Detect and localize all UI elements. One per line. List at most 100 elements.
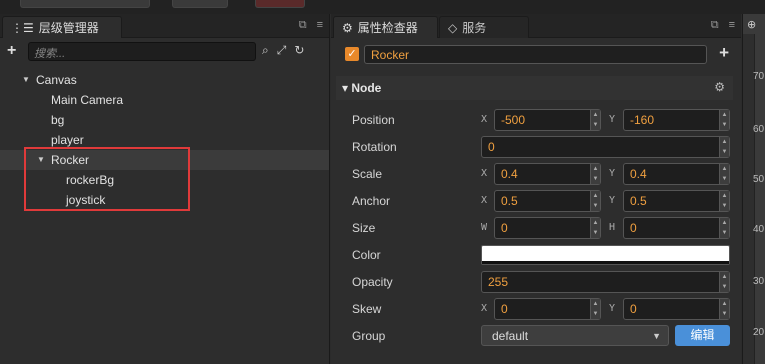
search-icon[interactable]: ⌕ (262, 43, 269, 58)
hierarchy-tabbar: ⋮☰ 层级管理器 ⧉ ≡ (0, 14, 329, 38)
spinner-icon[interactable]: ▲ ▼ (590, 110, 600, 130)
axis-x-label: X (481, 114, 488, 125)
menu-icon[interactable]: ≡ (317, 19, 323, 32)
spinner-icon[interactable]: ▲ ▼ (719, 110, 729, 130)
search-input[interactable]: 搜索... (28, 42, 256, 61)
spinner-icon[interactable]: ▲ ▼ (590, 191, 600, 211)
ruler-tick: 50 (753, 174, 765, 185)
ruler-tick: 40 (753, 224, 765, 235)
axis-h-label: H (609, 222, 616, 233)
expand-arrow-icon[interactable]: ▼ (22, 70, 30, 90)
prop-label: Anchor (352, 194, 391, 208)
tree-node-label: player (51, 133, 84, 147)
spinner-icon[interactable]: ▲ ▼ (590, 218, 600, 238)
axis-w-label: W (481, 222, 488, 233)
prop-position: Position X -500 ▲ ▼ Y -160 ▲ ▼ (331, 109, 741, 131)
plus-icon[interactable]: + (7, 42, 16, 60)
node-name-input[interactable]: Rocker (364, 45, 707, 64)
hierarchy-search-row: + 搜索... ⌕ ⤢ ↻ (0, 38, 329, 66)
node-name-bar: ✓ Rocker + (331, 38, 741, 70)
spinner-icon[interactable]: ▲ ▼ (719, 164, 729, 184)
prop-label: Rotation (352, 140, 397, 154)
scale-y-field[interactable]: 0.4 ▲ ▼ (623, 163, 730, 185)
skew-x-field[interactable]: 0 ▲ ▼ (494, 298, 601, 320)
spinner-icon[interactable]: ▲ ▼ (719, 218, 729, 238)
inspector-tabbar: ⚙ 属性检查器 ◇ 服务 ⧉ ≡ (331, 14, 741, 38)
gear-icon[interactable]: ⚙ (714, 80, 725, 94)
anchor-x-field[interactable]: 0.5 ▲ ▼ (494, 190, 601, 212)
prop-scale: Scale X 0.4 ▲ ▼ Y 0.4 ▲ ▼ (331, 163, 741, 185)
axis-y-label: Y (609, 168, 616, 179)
group-select[interactable]: default ▼ (481, 325, 669, 346)
axis-y-label: Y (609, 303, 616, 314)
prop-color: Color (331, 244, 741, 266)
zoom-icon[interactable]: ⊕ (747, 18, 756, 31)
prop-group: Group default ▼ 编辑 (331, 325, 741, 347)
refresh-icon[interactable]: ↻ (294, 43, 304, 58)
active-checkbox[interactable]: ✓ (345, 47, 359, 61)
tree-node-label: Canvas (36, 73, 77, 87)
tree-node-main-camera[interactable]: Main Camera (0, 90, 329, 110)
spinner-icon[interactable]: ▲ ▼ (719, 137, 729, 157)
spinner-icon[interactable]: ▲ ▼ (719, 299, 729, 319)
popout-icon[interactable]: ⧉ (299, 19, 307, 32)
prop-label: Group (352, 329, 386, 343)
toolbar-group-left[interactable] (20, 0, 150, 8)
spinner-icon[interactable]: ▲ ▼ (590, 164, 600, 184)
scene-panel-edge: ⊕ 70 60 50 40 30 20 (742, 14, 765, 364)
scale-x-field[interactable]: 0.4 ▲ ▼ (494, 163, 601, 185)
prop-skew: Skew X 0 ▲ ▼ Y 0 ▲ ▼ (331, 298, 741, 320)
spinner-icon[interactable]: ▲ ▼ (590, 299, 600, 319)
rotation-field[interactable]: 0 ▲ ▼ (481, 136, 730, 158)
tab-hierarchy[interactable]: ⋮☰ 层级管理器 (2, 16, 122, 38)
inspector-tab-label: 属性检查器 (357, 21, 418, 35)
position-y-field[interactable]: -160 ▲ ▼ (623, 109, 730, 131)
tab-inspector[interactable]: ⚙ 属性检查器 (333, 16, 438, 38)
tree-node-canvas[interactable]: ▼ Canvas (0, 70, 329, 90)
edit-group-button[interactable]: 编辑 (675, 325, 730, 346)
vertical-ruler (743, 34, 755, 364)
ruler-tick: 30 (753, 276, 765, 287)
color-swatch[interactable] (481, 245, 730, 265)
spinner-icon[interactable]: ▲ ▼ (719, 191, 729, 211)
ruler-tick: 20 (753, 327, 765, 338)
expand-icon[interactable]: ⤢ (277, 43, 287, 58)
ruler-tick: 70 (753, 71, 765, 82)
prop-label: Size (352, 221, 376, 235)
opacity-field[interactable]: 255 ▲ ▼ (481, 271, 730, 293)
popout-icon[interactable]: ⧉ (711, 19, 719, 32)
hierarchy-icon: ⋮☰ (11, 20, 34, 35)
prop-label: Position (352, 113, 395, 127)
hierarchy-tab-label: 层级管理器 (38, 21, 99, 35)
position-x-field[interactable]: -500 ▲ ▼ (494, 109, 601, 131)
settings-icon: ⚙ (342, 20, 353, 35)
prop-label: Skew (352, 302, 382, 316)
tree-node-label: Main Camera (51, 93, 124, 107)
chevron-down-icon: ▼ (652, 331, 661, 341)
axis-x-label: X (481, 303, 488, 314)
toolbar-group-red[interactable] (255, 0, 305, 8)
axis-x-label: X (481, 168, 488, 179)
services-tab-label: 服务 (462, 21, 487, 35)
anchor-y-field[interactable]: 0.5 ▲ ▼ (623, 190, 730, 212)
highlight-box (24, 147, 190, 211)
skew-y-field[interactable]: 0 ▲ ▼ (623, 298, 730, 320)
cloud-icon: ◇ (448, 20, 458, 35)
axis-y-label: Y (609, 114, 616, 125)
add-component-icon[interactable]: + (719, 43, 729, 63)
size-w-field[interactable]: 0 ▲ ▼ (494, 217, 601, 239)
axis-y-label: Y (609, 195, 616, 206)
section-title: Node (351, 81, 382, 95)
toolbar-group-mid[interactable] (172, 0, 228, 8)
spinner-icon[interactable]: ▲ ▼ (719, 272, 729, 292)
menu-icon[interactable]: ≡ (729, 19, 735, 32)
top-toolbar-strip (0, 0, 765, 14)
tab-services[interactable]: ◇ 服务 (439, 16, 529, 38)
prop-label: Opacity (352, 275, 393, 289)
tree-node-bg[interactable]: bg (0, 110, 329, 130)
prop-size: Size W 0 ▲ ▼ H 0 ▲ ▼ (331, 217, 741, 239)
inspector-panel: ⚙ 属性检查器 ◇ 服务 ⧉ ≡ ✓ Rocker + ▾ Node ⚙ Pos… (331, 14, 741, 364)
tree-node-label: bg (51, 113, 65, 127)
node-section-header[interactable]: ▾ Node ⚙ (336, 76, 733, 100)
size-h-field[interactable]: 0 ▲ ▼ (623, 217, 730, 239)
